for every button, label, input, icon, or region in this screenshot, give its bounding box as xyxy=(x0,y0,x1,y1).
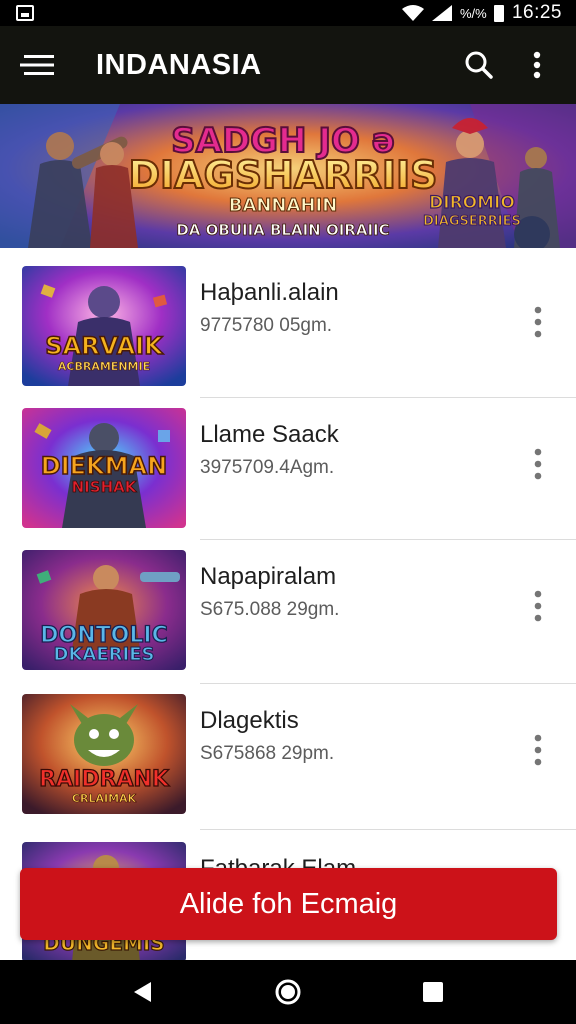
app-title: INDANASIA xyxy=(96,48,262,81)
list-item[interactable]: RAIDRANK CRLAIMAK Dlagektis S675868 29pm… xyxy=(0,676,576,830)
item-more-button[interactable] xyxy=(522,728,554,772)
system-nav-bar xyxy=(0,960,576,1024)
back-button[interactable] xyxy=(113,962,173,1022)
game-subtitle: S675.088 29gm. xyxy=(200,599,340,620)
banner-headline-3: BANNAHIN xyxy=(229,195,338,216)
game-subtitle: 3975709.4Agm. xyxy=(200,457,335,478)
app-bar: INDANASIA xyxy=(0,26,576,104)
more-vert-icon xyxy=(534,306,542,338)
item-more-button[interactable] xyxy=(522,442,554,486)
game-artwork: SARVAIK ACBRAMENMIE xyxy=(22,266,186,386)
status-bar: %/% 16:25 xyxy=(0,0,576,26)
thumb-subtitle: DKAERIES xyxy=(54,644,155,665)
game-list: SARVAIK ACBRAMENMIE Haþanli.alain 977578… xyxy=(0,248,576,960)
banner-headline-2: DIAGSHARRIIS xyxy=(128,153,437,197)
image-icon xyxy=(16,5,34,21)
banner-badge-1: DIROMIO xyxy=(429,193,515,213)
banner-badge-2: DIAGSERRIES xyxy=(423,214,521,229)
banner-artwork: SADGH JO ə DIAGSHARRIIS BANNAHIN DA OBUI… xyxy=(0,104,576,248)
game-artwork: DONTOLIC DKAERIES xyxy=(22,550,186,670)
home-button[interactable] xyxy=(258,962,318,1022)
recents-icon xyxy=(423,982,444,1002)
game-title: Napapiralam xyxy=(200,563,337,590)
game-artwork: RAIDRANK CRLAIMAK xyxy=(22,694,186,814)
game-title: Llame Saack xyxy=(200,421,339,448)
home-icon xyxy=(275,979,301,1005)
game-artwork: DIEKMAN NISHAK xyxy=(22,408,186,528)
recents-button[interactable] xyxy=(403,962,463,1022)
game-subtitle: S675868 29pm. xyxy=(200,743,335,764)
thumb-title: SARVAIK xyxy=(45,332,164,360)
back-icon xyxy=(133,982,151,1002)
battery-icon xyxy=(493,4,504,22)
primary-action-button[interactable]: Alide foh Ecmaig xyxy=(20,868,557,940)
status-right: %/% 16:25 xyxy=(401,2,562,24)
hamburger-menu-button[interactable] xyxy=(0,26,76,104)
item-more-button[interactable] xyxy=(522,584,554,628)
game-subtitle: 9775780 05gm. xyxy=(200,315,333,336)
status-left xyxy=(16,5,34,21)
more-vert-icon xyxy=(534,448,542,480)
search-button[interactable] xyxy=(450,26,508,104)
thumb-subtitle: CRLAIMAK xyxy=(72,792,137,805)
game-thumbnail: RAIDRANK CRLAIMAK xyxy=(22,694,186,814)
thumb-subtitle: NISHAK xyxy=(72,478,138,496)
list-item[interactable]: DONTOLIC DKAERIES Napapiralam S675.088 2… xyxy=(0,532,576,684)
thumb-title: DIEKMAN xyxy=(41,452,167,480)
game-thumbnail: SARVAIK ACBRAMENMIE xyxy=(22,266,186,386)
game-title: Haþanli.alain xyxy=(200,279,339,306)
item-more-button[interactable] xyxy=(522,300,554,344)
search-icon xyxy=(465,51,493,79)
more-vert-icon xyxy=(533,51,541,79)
thumb-title: RAIDRANK xyxy=(39,767,170,792)
battery-percent: %/% xyxy=(459,5,487,21)
signal-icon xyxy=(431,5,452,21)
clock: 16:25 xyxy=(511,2,562,23)
wifi-icon xyxy=(401,5,424,21)
more-vert-icon xyxy=(534,734,542,766)
game-title: Dlagektis xyxy=(200,707,299,734)
banner-tagline: DA OBUIIA BLAIN OIRAIIC xyxy=(176,221,389,239)
thumb-subtitle: ACBRAMENMIE xyxy=(58,360,150,373)
list-item[interactable]: DIEKMAN NISHAK Llame Saack 3975709.4Agm. xyxy=(0,390,576,540)
overflow-menu-button[interactable] xyxy=(508,26,566,104)
game-thumbnail: DONTOLIC DKAERIES xyxy=(22,550,186,670)
list-item[interactable]: SARVAIK ACBRAMENMIE Haþanli.alain 977578… xyxy=(0,248,576,398)
more-vert-icon xyxy=(534,590,542,622)
featured-banner[interactable]: SADGH JO ə DIAGSHARRIIS BANNAHIN DA OBUI… xyxy=(0,104,576,248)
hamburger-menu-icon xyxy=(20,55,54,75)
game-thumbnail: DIEKMAN NISHAK xyxy=(22,408,186,528)
